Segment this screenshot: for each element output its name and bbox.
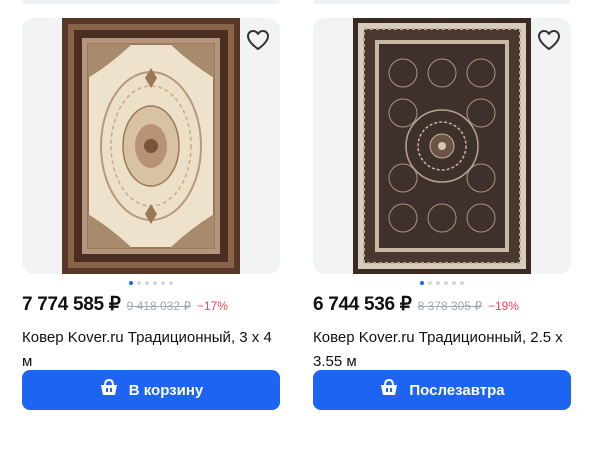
delivery-date-button[interactable]: Послезавтра: [313, 370, 571, 410]
cart-icon: [379, 378, 399, 401]
current-price: 6 744 536 ₽: [313, 294, 412, 315]
pagination-dot[interactable]: [452, 281, 456, 285]
product-card[interactable]: 6 744 536 ₽ 8 378 305 ₽ −19% Ковер Kover…: [313, 18, 571, 374]
current-price: 7 774 585 ₽: [22, 294, 121, 315]
delivery-date-label: Послезавтра: [409, 381, 505, 399]
price-line: 6 744 536 ₽ 8 378 305 ₽ −19%: [313, 293, 571, 316]
product-image: [62, 18, 240, 274]
old-price: 9 418 032 ₽: [126, 299, 191, 313]
pagination-dot[interactable]: [137, 281, 141, 285]
pagination-dot[interactable]: [169, 281, 173, 285]
pagination-dot[interactable]: [153, 281, 157, 285]
pagination-dot[interactable]: [460, 281, 464, 285]
product-card[interactable]: 7 774 585 ₽ 9 418 032 ₽ −17% Ковер Kover…: [22, 18, 280, 374]
discount-badge: −19%: [487, 299, 519, 313]
product-title[interactable]: Ковер Kover.ru Традиционный, 3 х 4 м: [22, 326, 280, 374]
product-image-gallery[interactable]: [22, 18, 280, 274]
previous-card-edge: [313, 0, 571, 4]
cart-icon: [99, 378, 119, 401]
product-title[interactable]: Ковер Kover.ru Традиционный, 2.5 х 3.55 …: [313, 326, 571, 374]
pagination-dot[interactable]: [145, 281, 149, 285]
pagination-dot-active[interactable]: [129, 281, 133, 285]
pagination-dot[interactable]: [161, 281, 165, 285]
pagination-dot[interactable]: [428, 281, 432, 285]
pagination-dot[interactable]: [444, 281, 448, 285]
old-price: 8 378 305 ₽: [417, 299, 482, 313]
favorite-icon[interactable]: [533, 24, 565, 56]
pagination-dot[interactable]: [436, 281, 440, 285]
add-to-cart-button[interactable]: В корзину: [22, 370, 280, 410]
add-to-cart-label: В корзину: [128, 381, 204, 399]
previous-card-edge: [22, 0, 280, 4]
image-pagination-dots: [313, 281, 571, 285]
product-image: [353, 18, 531, 274]
product-image-gallery[interactable]: [313, 18, 571, 274]
discount-badge: −17%: [196, 299, 228, 313]
favorite-icon[interactable]: [242, 24, 274, 56]
image-pagination-dots: [22, 281, 280, 285]
price-line: 7 774 585 ₽ 9 418 032 ₽ −17%: [22, 293, 280, 316]
pagination-dot-active[interactable]: [420, 281, 424, 285]
